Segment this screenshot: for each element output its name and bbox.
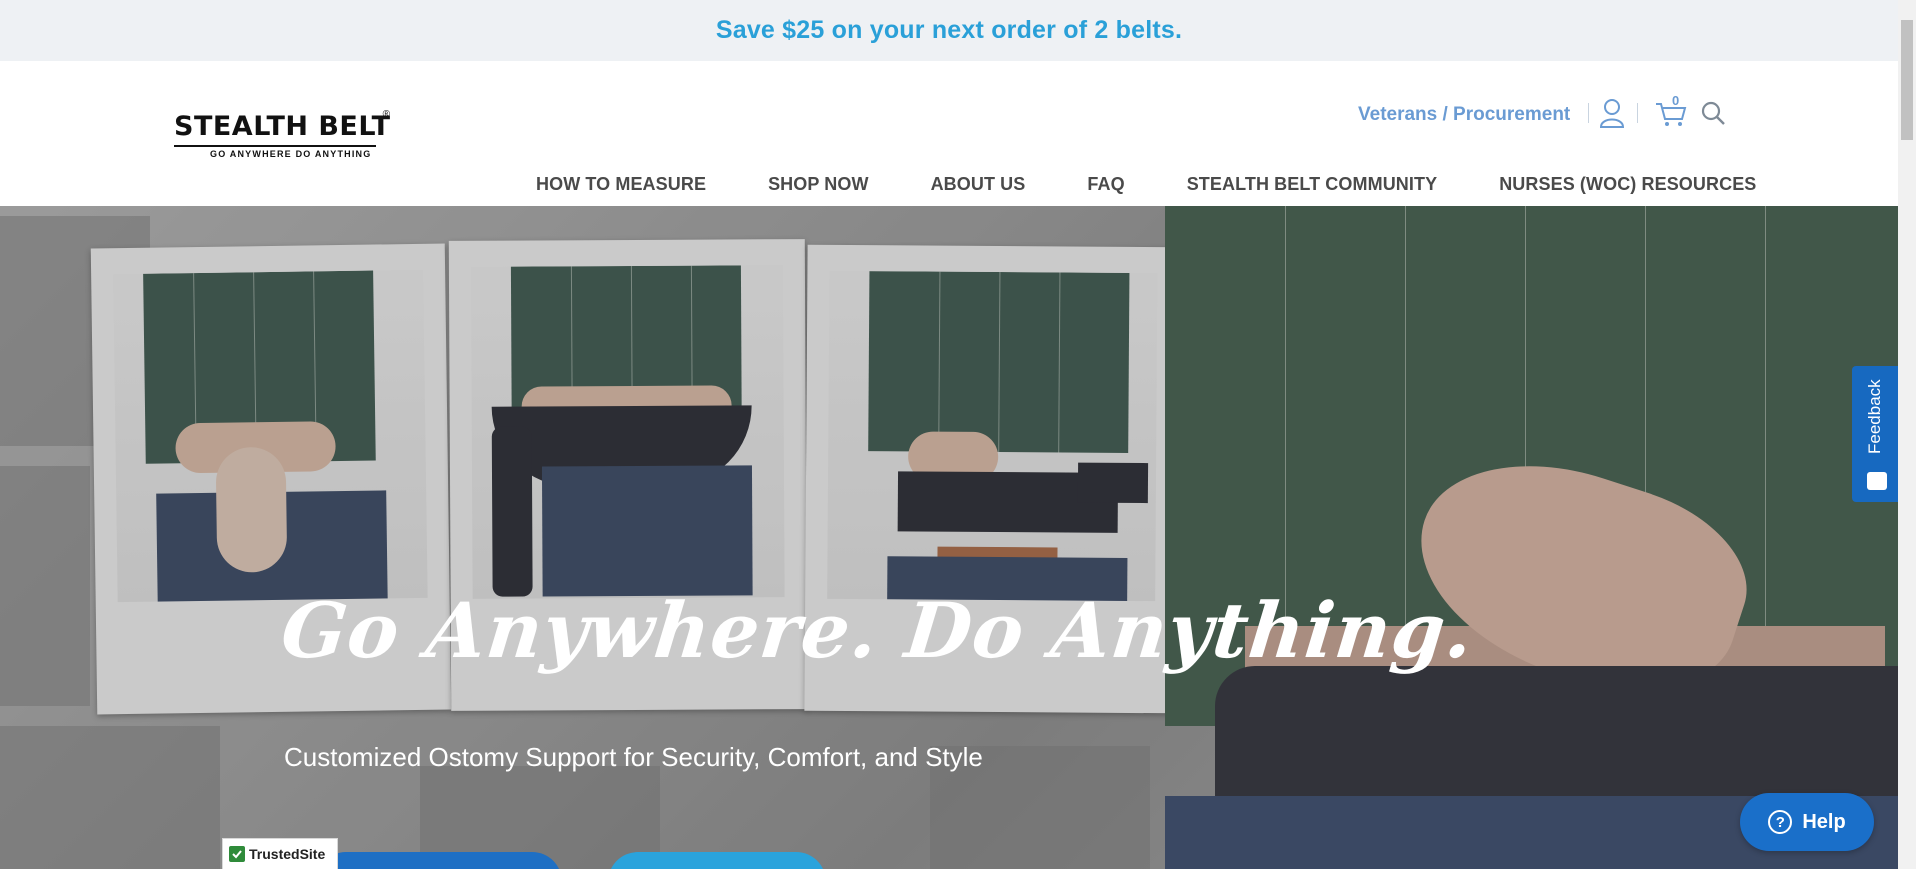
hero-primary-button[interactable] [316, 852, 562, 869]
veterans-procurement-link[interactable]: Veterans / Procurement [1358, 95, 1570, 135]
logo-registered-mark: ® [382, 109, 390, 120]
page-scrollbar[interactable] [1898, 0, 1916, 869]
logo-name: STEALTH BELT [174, 111, 391, 142]
promo-text: Save $25 on your next order of 2 belts. [715, 16, 1183, 44]
search-icon [1701, 101, 1725, 125]
trustedsite-label: TrustedSite [249, 846, 326, 862]
logo-underline [174, 145, 376, 147]
feedback-tab[interactable]: Feedback [1852, 366, 1899, 502]
question-icon: ? [1768, 810, 1793, 834]
main-nav: HOW TO MEASURE SHOP NOW ABOUT US FAQ STE… [536, 167, 1756, 201]
help-button[interactable]: ? Help [1740, 793, 1874, 851]
help-label: Help [1802, 810, 1846, 833]
feedback-label: Feedback [1865, 379, 1884, 454]
nav-about-us[interactable]: ABOUT US [931, 174, 1026, 195]
divider [1637, 103, 1638, 123]
feedback-chat-icon [1867, 472, 1887, 490]
site-header: STEALTH BELT ® GO ANYWHERE DO ANYTHING V… [0, 61, 1898, 206]
search-button[interactable] [1693, 91, 1733, 135]
logo-tagline: GO ANYWHERE DO ANYTHING [210, 149, 372, 159]
promo-bar: Save $25 on your next order of 2 belts. [0, 0, 1898, 61]
hero-heading: Go Anywhere. Do Anything. [277, 586, 1478, 675]
scrollbar-thumb[interactable] [1901, 20, 1913, 140]
stealth-belt-logo[interactable]: STEALTH BELT ® GO ANYWHERE DO ANYTHING [174, 109, 391, 163]
nav-shop-now[interactable]: SHOP NOW [768, 174, 868, 195]
hero-secondary-button[interactable] [608, 852, 826, 869]
divider [1588, 103, 1589, 123]
hero-subheading: Customized Ostomy Support for Security, … [284, 742, 983, 772]
account-button[interactable] [1592, 91, 1632, 135]
user-icon [1599, 99, 1625, 128]
nav-nurses-woc-resources[interactable]: NURSES (WOC) RESOURCES [1499, 174, 1756, 195]
cart-icon [1656, 103, 1687, 126]
nav-how-to-measure[interactable]: HOW TO MEASURE [536, 174, 706, 195]
checkmark-icon [229, 846, 245, 862]
hero-banner: Go Anywhere. Do Anything. Customized Ost… [0, 206, 1898, 869]
nav-faq[interactable]: FAQ [1087, 174, 1124, 195]
cart-count: 0 [1672, 93, 1680, 108]
trustedsite-badge[interactable]: TrustedSite [222, 838, 338, 869]
nav-stealth-belt-community[interactable]: STEALTH BELT COMMUNITY [1187, 174, 1438, 195]
cart-button[interactable]: 0 [1651, 91, 1691, 135]
